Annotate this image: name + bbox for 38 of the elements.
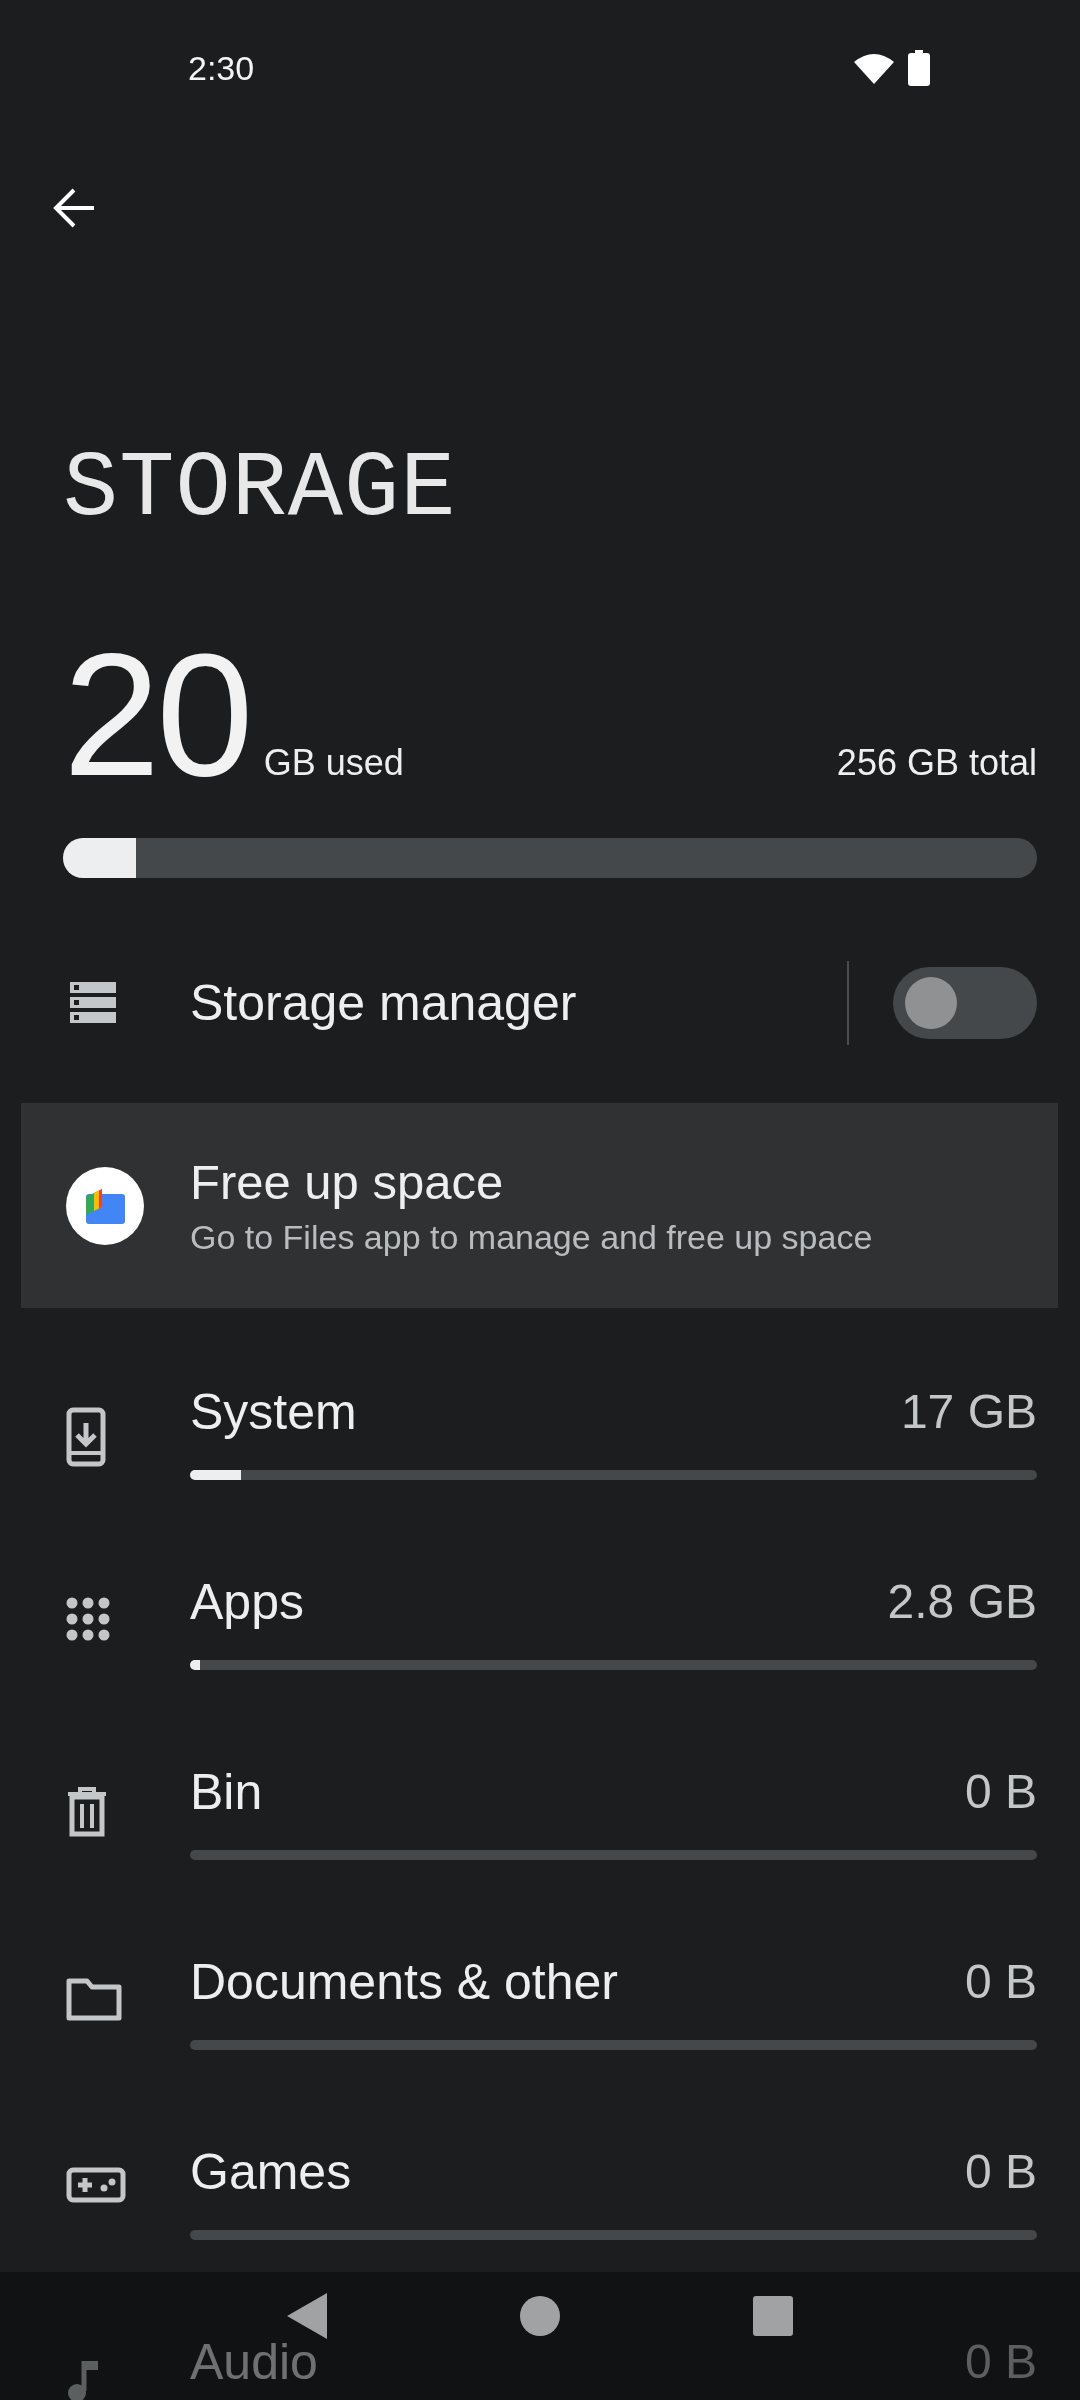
storage-manager-label: Storage manager [190, 974, 578, 1032]
grid-dots-icon [66, 1597, 110, 1641]
used-unit: GB used [263, 742, 404, 784]
files-app-icon [66, 1166, 144, 1245]
free-up-space-subtitle: Go to Files app to manage and free up space [190, 1218, 874, 1257]
category-name: Bin [190, 1767, 263, 1817]
phone-download-icon [66, 1407, 106, 1467]
category-name: Games [190, 2147, 352, 2197]
category-name: Documents & other [190, 1957, 618, 2007]
category-name: Audio [190, 2337, 318, 2387]
category-size: 0 B [964, 1957, 1037, 2007]
folder-icon [66, 1977, 122, 2021]
category-size: 17 GB [900, 1387, 1037, 1437]
nav-recents-icon[interactable] [753, 2296, 794, 2336]
battery-icon [908, 50, 930, 86]
category-size: 0 B [964, 2337, 1037, 2387]
free-up-space-title: Free up space [190, 1154, 505, 1210]
total-capacity: 256 GB total [836, 742, 1037, 784]
category-row[interactable]: Bin 0 B [0, 1723, 1080, 1913]
trash-icon [66, 1787, 108, 1837]
nav-home-icon[interactable] [520, 2296, 560, 2336]
status-time: 2:30 [188, 48, 255, 88]
wifi-icon [854, 52, 894, 84]
nav-back-icon[interactable] [286, 2293, 327, 2339]
gamepad-icon [66, 2167, 126, 2203]
category-row[interactable]: Games 0 B [0, 2103, 1080, 2293]
category-name: Apps [190, 1577, 304, 1627]
category-size: 0 B [964, 1767, 1037, 1817]
category-row[interactable]: Documents & other 0 B [0, 1913, 1080, 2103]
category-row[interactable]: Apps 2.8 GB [0, 1533, 1080, 1723]
used-amount: 20 [63, 630, 250, 800]
free-up-space-card[interactable]: Free up space Go to Files app to manage and free up space [21, 1103, 1058, 1308]
category-size: 2.8 GB [887, 1577, 1037, 1627]
category-name: System [190, 1387, 357, 1437]
storage-icon [70, 982, 116, 1024]
category-size: 0 B [964, 2147, 1037, 2197]
page-title: STORAGE [63, 440, 458, 540]
category-row[interactable]: System 17 GB [0, 1343, 1080, 1533]
